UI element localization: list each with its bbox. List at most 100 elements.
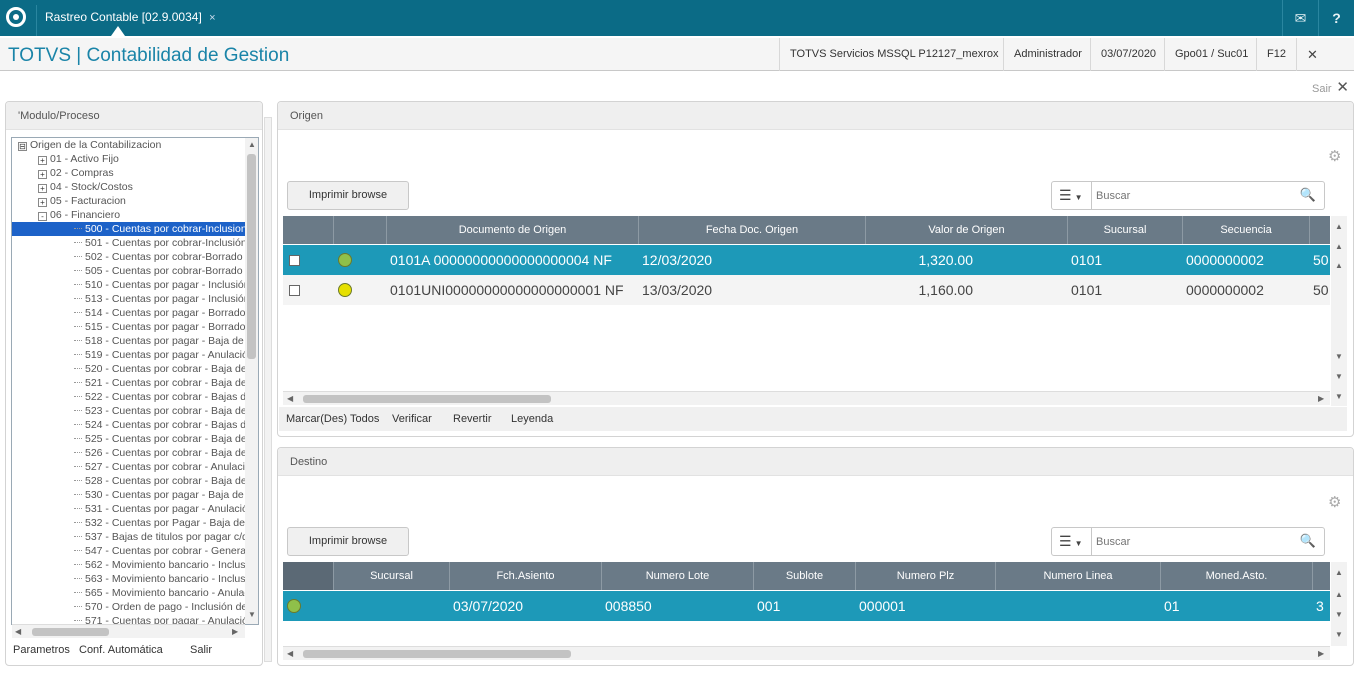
tree-item[interactable]: 530 - Cuentas por pagar - Baja de t <box>12 488 258 502</box>
close-icon[interactable]: ✕ <box>1336 78 1349 96</box>
print-browse-button[interactable]: Imprimir browse <box>287 527 409 556</box>
tree-item[interactable]: 519 - Cuentas por pagar - Anulació <box>12 348 258 362</box>
tree-item[interactable]: 565 - Movimiento bancario - Anulac <box>12 586 258 600</box>
leyenda-link[interactable]: Leyenda <box>511 413 553 425</box>
scroll-right-icon[interactable]: ▶ <box>1318 394 1324 403</box>
panel-splitter[interactable] <box>264 117 272 662</box>
scroll-thumb[interactable] <box>303 650 571 658</box>
print-browse-button[interactable]: Imprimir browse <box>287 181 409 210</box>
scroll-down-icon[interactable]: ▼ <box>1335 372 1343 381</box>
destino-horizontal-scrollbar[interactable]: ◀ ▶ <box>283 646 1330 660</box>
revertir-link[interactable]: Revertir <box>453 413 492 425</box>
scroll-up-icon[interactable]: ▲ <box>1335 590 1343 599</box>
scroll-left-icon[interactable]: ◀ <box>287 649 293 658</box>
col-sucursal[interactable]: Sucursal <box>1068 216 1183 244</box>
tree-item[interactable]: 537 - Bajas de titulos por pagar c/d <box>12 530 258 544</box>
columns-toggle-icon[interactable]: ☰ ▼ <box>1052 528 1092 555</box>
tree-item[interactable]: 514 - Cuentas por pagar - Borrado <box>12 306 258 320</box>
scroll-bottom-icon[interactable]: ▼ <box>1335 392 1343 401</box>
settings-gear-icon[interactable]: ⚙ <box>1328 147 1341 165</box>
expand-icon[interactable]: + <box>38 156 47 165</box>
tree-item[interactable]: 522 - Cuentas por cobrar - Bajas d <box>12 390 258 404</box>
col-numero-linea[interactable]: Numero Linea <box>996 562 1161 590</box>
col-secuencia[interactable]: Secuencia <box>1183 216 1310 244</box>
row-checkbox[interactable] <box>289 255 300 266</box>
expand-icon[interactable]: + <box>38 198 47 207</box>
tree-item[interactable]: +04 - Stock/Costos <box>12 180 258 194</box>
scroll-down-icon[interactable]: ▼ <box>1335 610 1343 619</box>
collapse-icon[interactable]: - <box>38 212 47 221</box>
scroll-right-icon[interactable]: ▶ <box>1318 649 1324 658</box>
mail-icon[interactable]: ✉ <box>1282 0 1318 36</box>
tree-item[interactable]: 563 - Movimiento bancario - Inclusió <box>12 572 258 586</box>
conf-automatica-link[interactable]: Conf. Automática <box>79 644 163 656</box>
expand-icon[interactable]: + <box>38 184 47 193</box>
tree-item[interactable]: 527 - Cuentas por cobrar - Anulació <box>12 460 258 474</box>
hotkey-f12[interactable]: F12 <box>1256 38 1296 71</box>
tree-item[interactable]: 501 - Cuentas por cobrar-Inclusión <box>12 236 258 250</box>
columns-toggle-icon[interactable]: ☰ ▼ <box>1052 182 1092 209</box>
tree-item[interactable]: ⊟ Origen de la Contabilizacion <box>12 138 258 152</box>
tree-item[interactable]: 518 - Cuentas por pagar - Baja de t <box>12 334 258 348</box>
destino-search-input[interactable] <box>1096 532 1296 551</box>
tree-horizontal-scrollbar[interactable]: ◀ ▶ <box>12 624 245 638</box>
parametros-link[interactable]: Parametros <box>13 644 70 656</box>
scroll-thumb[interactable] <box>303 395 551 403</box>
origen-search-input[interactable] <box>1096 186 1296 205</box>
tree-item[interactable]: 547 - Cuentas por cobrar - Genera <box>12 544 258 558</box>
tree-item[interactable]: 528 - Cuentas por cobrar - Baja de <box>12 474 258 488</box>
scroll-up-icon[interactable]: ▲ <box>1335 242 1343 251</box>
expand-icon[interactable]: + <box>38 170 47 179</box>
destino-vertical-scrollbar[interactable]: ▲ ▲ ▼ ▼ <box>1331 562 1347 646</box>
help-icon[interactable]: ? <box>1318 0 1354 36</box>
tree-item[interactable]: 521 - Cuentas por cobrar - Baja de <box>12 376 258 390</box>
scroll-thumb[interactable] <box>247 154 256 359</box>
scroll-thumb[interactable] <box>32 628 109 636</box>
scroll-left-icon[interactable]: ◀ <box>15 627 21 636</box>
tab-close-icon[interactable]: × <box>209 12 215 24</box>
tree-item[interactable]: 505 - Cuentas por cobrar-Borrado c <box>12 264 258 278</box>
totvs-logo-icon[interactable] <box>6 7 26 27</box>
tree-item[interactable]: 515 - Cuentas por pagar - Borrado <box>12 320 258 334</box>
scroll-top-icon[interactable]: ▲ <box>1335 568 1343 577</box>
tree-item[interactable]: 520 - Cuentas por cobrar - Baja de <box>12 362 258 376</box>
col-sucursal[interactable]: Sucursal <box>334 562 450 590</box>
tree-item[interactable]: 532 - Cuentas por Pagar - Baja de t <box>12 516 258 530</box>
scroll-up-icon[interactable]: ▲ <box>248 140 256 149</box>
origen-horizontal-scrollbar[interactable]: ◀ ▶ <box>283 391 1330 405</box>
table-row[interactable]: 0101A 00000000000000000004 NF 12/03/2020… <box>283 245 1330 275</box>
scroll-bottom-icon[interactable]: ▼ <box>1335 630 1343 639</box>
settings-gear-icon[interactable]: ⚙ <box>1328 493 1341 511</box>
tree-item[interactable]: +02 - Compras <box>12 166 258 180</box>
col-sublote[interactable]: Sublote <box>754 562 856 590</box>
col-valor[interactable]: Valor de Origen <box>866 216 1068 244</box>
col-numero-plz[interactable]: Numero Plz <box>856 562 996 590</box>
process-tree[interactable]: ⊟ Origen de la Contabilizacion +01 - Activ… <box>11 137 259 625</box>
collapse-icon[interactable]: ⊟ <box>18 142 27 151</box>
col-fch-asiento[interactable]: Fch.Asiento <box>450 562 602 590</box>
salir-link[interactable]: Salir <box>190 644 212 656</box>
tree-item[interactable]: 500 - Cuentas por cobrar-Inclusion <box>12 222 258 236</box>
tab-rastreo-contable[interactable]: Rastreo Contable [02.9.0034] × <box>36 5 224 36</box>
tree-item[interactable]: 510 - Cuentas por pagar - Inclusión <box>12 278 258 292</box>
table-row[interactable]: 0101UNI00000000000000000001 NF 13/03/202… <box>283 275 1330 305</box>
scroll-up-icon[interactable]: ▲ <box>1335 261 1343 270</box>
verificar-link[interactable]: Verificar <box>392 413 432 425</box>
table-row[interactable]: 03/07/2020 008850 001 000001 01 3 <box>283 591 1330 621</box>
scroll-down-icon[interactable]: ▼ <box>248 610 256 619</box>
branch-info[interactable]: Gpo01 / Suc01 <box>1164 38 1258 71</box>
tree-item[interactable]: 523 - Cuentas por cobrar - Baja de <box>12 404 258 418</box>
tree-item[interactable]: -06 - Financiero <box>12 208 258 222</box>
search-icon[interactable]: 🔍 <box>1300 187 1316 203</box>
tree-item[interactable]: 513 - Cuentas por pagar - Inclusión <box>12 292 258 306</box>
tree-item[interactable]: 502 - Cuentas por cobrar-Borrado c <box>12 250 258 264</box>
col-numero-lote[interactable]: Numero Lote <box>602 562 754 590</box>
tree-item[interactable]: 525 - Cuentas por cobrar - Baja de <box>12 432 258 446</box>
col-documento[interactable]: Documento de Origen <box>387 216 639 244</box>
col-fecha[interactable]: Fecha Doc. Origen <box>639 216 866 244</box>
scroll-left-icon[interactable]: ◀ <box>287 394 293 403</box>
tree-vertical-scrollbar[interactable]: ▲ ▼ <box>245 138 258 624</box>
tree-item[interactable]: +05 - Facturacion <box>12 194 258 208</box>
tree-item[interactable]: 531 - Cuentas por pagar - Anulació <box>12 502 258 516</box>
search-icon[interactable]: 🔍 <box>1300 533 1316 549</box>
